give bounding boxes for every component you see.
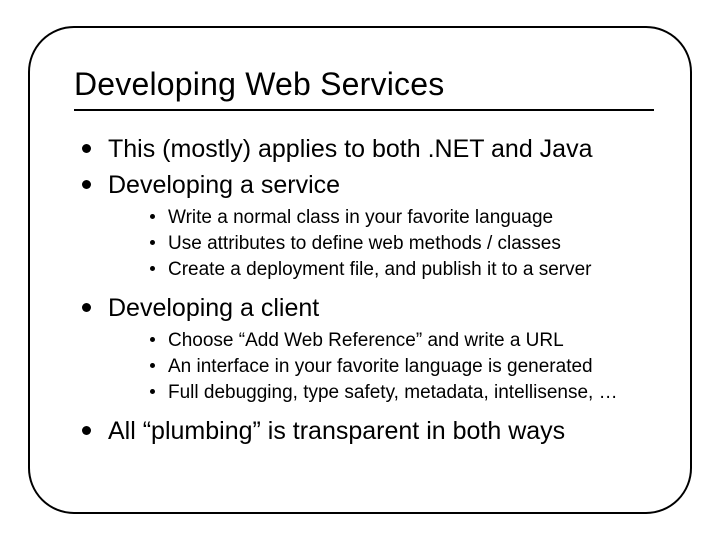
sub-list-item-text: An interface in your favorite language i… <box>168 356 593 377</box>
list-item: All “plumbing” is transparent in both wa… <box>78 415 654 447</box>
list-item-text: Developing a service <box>108 171 340 199</box>
sub-list-item-text: Write a normal class in your favorite la… <box>168 207 553 228</box>
sub-list-item: Use attributes to define web methods / c… <box>148 231 654 256</box>
slide-frame: Developing Web Services This (mostly) ap… <box>28 26 692 514</box>
slide: Developing Web Services This (mostly) ap… <box>0 0 720 540</box>
list-item-text: Developing a client <box>108 294 319 322</box>
list-item: This (mostly) applies to both .NET and J… <box>78 133 654 165</box>
sub-list-item-text: Full debugging, type safety, metadata, i… <box>168 382 618 403</box>
title-underline <box>74 109 654 111</box>
sub-list-item: An interface in your favorite language i… <box>148 354 654 379</box>
sub-list-item-text: Choose “Add Web Reference” and write a U… <box>168 330 564 351</box>
sub-list-item: Write a normal class in your favorite la… <box>148 205 654 230</box>
list-item-text: All “plumbing” is transparent in both wa… <box>108 417 565 445</box>
sub-list-item: Choose “Add Web Reference” and write a U… <box>148 328 654 353</box>
sub-list: Write a normal class in your favorite la… <box>108 205 654 282</box>
sub-list-item: Create a deployment file, and publish it… <box>148 257 654 282</box>
sub-list-item-text: Use attributes to define web methods / c… <box>168 233 561 254</box>
sub-list-item: Full debugging, type safety, metadata, i… <box>148 380 654 405</box>
list-item-text: This (mostly) applies to both .NET and J… <box>108 135 592 163</box>
sub-list: Choose “Add Web Reference” and write a U… <box>108 328 654 405</box>
slide-title: Developing Web Services <box>74 66 654 103</box>
list-item: Developing a client Choose “Add Web Refe… <box>78 292 654 405</box>
bullet-list: This (mostly) applies to both .NET and J… <box>74 133 654 447</box>
list-item: Developing a service Write a normal clas… <box>78 169 654 282</box>
sub-list-item-text: Create a deployment file, and publish it… <box>168 259 592 280</box>
